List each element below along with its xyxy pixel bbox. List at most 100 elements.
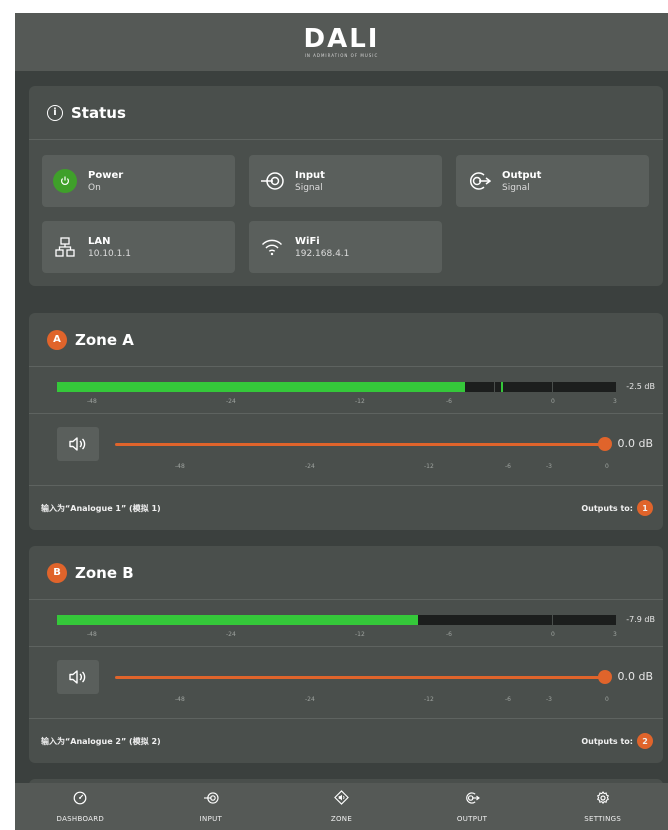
- zone-title: Zone A: [75, 330, 134, 349]
- meter-divider: [552, 615, 553, 625]
- meter-tick: -24: [226, 398, 236, 405]
- logo-tagline: IN ADMIRATION OF MUSIC: [304, 52, 379, 58]
- meter-track: [57, 382, 616, 392]
- settings-icon: [596, 790, 609, 804]
- nav-label: OUTPUT: [456, 814, 488, 823]
- input-label: Input: [295, 169, 325, 181]
- volume-tick: -3: [546, 463, 552, 470]
- dashboard-content: i Status Power On Input Signal Output Si…: [15, 71, 668, 783]
- outputs-to[interactable]: Outputs to: 2: [581, 733, 653, 749]
- zone-title: Zone B: [75, 563, 134, 582]
- volume-db-readout: 0.0 dB: [617, 670, 653, 683]
- info-icon: i: [47, 104, 63, 121]
- output-number-badge[interactable]: 2: [637, 733, 653, 749]
- meter-divider: [494, 382, 495, 392]
- volume-slider-knob[interactable]: [598, 437, 612, 451]
- meter-tick: 0: [551, 398, 555, 405]
- output-icon: [466, 791, 481, 804]
- volume-tick: -48: [175, 463, 185, 470]
- meter-tick: -12: [355, 631, 365, 638]
- power-label: Power: [88, 169, 124, 181]
- meter-db-readout: -7.9 dB: [626, 615, 655, 624]
- lan-tile[interactable]: LAN 10.10.1.1: [42, 221, 235, 273]
- volume-slider[interactable]: [115, 676, 605, 679]
- meter-tick: -48: [87, 631, 97, 638]
- volume-tick: 0: [605, 696, 609, 703]
- nav-settings[interactable]: SETTINGS: [537, 783, 668, 830]
- level-meter: -2.5 dB -48 -24 -12 -6 0 3: [29, 367, 663, 414]
- zone-footer: 输入为“Analogue 1” (模拟 1) Outputs to: 1: [29, 486, 663, 530]
- nav-label: DASHBOARD: [56, 814, 105, 823]
- bottom-nav: DASHBOARD INPUT ZONE OUTPUT SETTINGS: [15, 783, 668, 830]
- volume-tick: -12: [424, 463, 434, 470]
- lan-label: LAN: [88, 235, 111, 247]
- zone-input-description: 输入为“Analogue 2” (模拟 2): [41, 736, 161, 746]
- dali-logo: DALI IN ADMIRATION OF MUSIC: [303, 23, 380, 58]
- status-card: i Status Power On Input Signal Output Si…: [29, 86, 663, 286]
- meter-track: [57, 615, 616, 625]
- output-tile[interactable]: Output Signal: [456, 155, 649, 207]
- app-header: DALI IN ADMIRATION OF MUSIC: [15, 13, 668, 71]
- nav-zone[interactable]: ZONE: [276, 783, 407, 830]
- outputs-to-label: Outputs to:: [581, 503, 633, 513]
- power-tile[interactable]: Power On: [42, 155, 235, 207]
- output-value: Signal: [502, 182, 530, 193]
- wifi-tile[interactable]: WiFi 192.168.4.1: [249, 221, 442, 273]
- nav-dashboard[interactable]: DASHBOARD: [15, 783, 146, 830]
- volume-tick: 0: [605, 463, 609, 470]
- volume-tick: -6: [505, 696, 511, 703]
- input-tile[interactable]: Input Signal: [249, 155, 442, 207]
- outputs-to[interactable]: Outputs to: 1: [581, 500, 653, 516]
- meter-peak: [501, 382, 504, 392]
- zone-card-a: A Zone A -2.5 dB -48 -24 -12 -6 0 3 0.0 …: [29, 313, 663, 530]
- volume-tick: -6: [505, 463, 511, 470]
- nav-input[interactable]: INPUT: [146, 783, 277, 830]
- mute-button[interactable]: [57, 427, 99, 461]
- volume-slider-knob[interactable]: [598, 670, 612, 684]
- zone-header: A Zone A: [29, 313, 663, 367]
- speaker-icon: [69, 437, 86, 451]
- output-icon: [456, 170, 502, 192]
- volume-tick: -3: [546, 696, 552, 703]
- app-frame: DALI IN ADMIRATION OF MUSIC i Status Pow…: [15, 13, 668, 830]
- zone-footer: 输入为“Analogue 2” (模拟 2) Outputs to: 2: [29, 719, 663, 763]
- meter-tick: -24: [226, 631, 236, 638]
- volume-slider[interactable]: [115, 443, 605, 446]
- nav-output[interactable]: OUTPUT: [407, 783, 538, 830]
- status-title: Status: [71, 103, 126, 122]
- input-value: Signal: [295, 182, 323, 193]
- output-number-badge[interactable]: 1: [637, 500, 653, 516]
- input-icon: [203, 791, 219, 804]
- input-icon: [249, 170, 295, 192]
- volume-tick: -24: [305, 463, 315, 470]
- meter-tick: 3: [613, 631, 617, 638]
- lan-icon: [42, 237, 88, 257]
- meter-tick: -6: [446, 398, 452, 405]
- volume-row: 0.0 dB -48 -24 -12 -6 -3 0: [29, 647, 663, 719]
- nav-label: INPUT: [199, 814, 223, 823]
- volume-tick: -48: [175, 696, 185, 703]
- zone-badge: B: [47, 562, 67, 583]
- volume-tick: -24: [305, 696, 315, 703]
- mute-button[interactable]: [57, 660, 99, 694]
- meter-db-readout: -2.5 dB: [626, 382, 655, 391]
- nav-label: SETTINGS: [584, 814, 622, 823]
- wifi-icon: [249, 238, 295, 256]
- zone-icon: [334, 790, 349, 805]
- wifi-value: 192.168.4.1: [295, 248, 350, 259]
- logo-wordmark: DALI: [303, 23, 380, 54]
- speaker-icon: [69, 670, 86, 684]
- meter-tick: -6: [446, 631, 452, 638]
- meter-fill: [57, 615, 418, 625]
- status-header: i Status: [29, 86, 663, 140]
- meter-fill: [57, 382, 466, 392]
- volume-tick: -12: [424, 696, 434, 703]
- zone-header: B Zone B: [29, 546, 663, 600]
- meter-tick: 0: [551, 631, 555, 638]
- meter-tick: -12: [355, 398, 365, 405]
- meter-divider: [552, 382, 553, 392]
- volume-row: 0.0 dB -48 -24 -12 -6 -3 0: [29, 414, 663, 486]
- power-icon: [53, 169, 77, 193]
- zone-input-description: 输入为“Analogue 1” (模拟 1): [41, 503, 161, 513]
- power-value: On: [88, 182, 101, 193]
